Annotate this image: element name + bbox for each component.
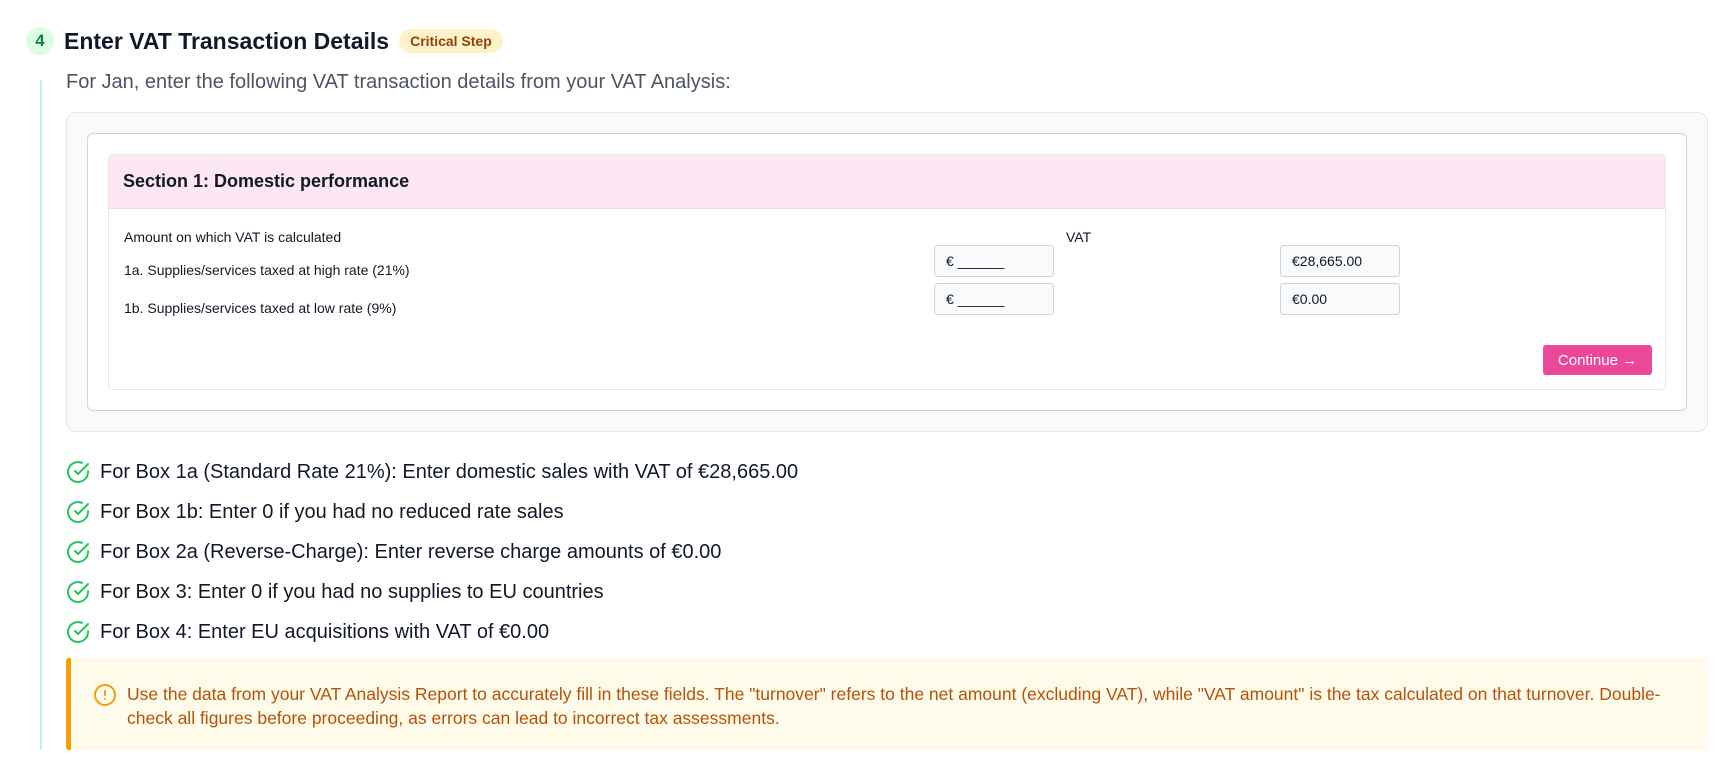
domestic-performance-section: Section 1: Domestic performance Amount o… <box>108 154 1666 390</box>
row-1a-vat-input[interactable] <box>1280 245 1400 277</box>
step-timeline-line <box>40 80 42 750</box>
checklist-item-text: For Box 4: Enter EU acquisitions with VA… <box>100 620 550 643</box>
row-1a-label: 1a. Supplies/services taxed at high rate… <box>124 262 410 278</box>
check-circle-icon <box>66 580 90 604</box>
step-intro-text: For Jan, enter the following VAT transac… <box>66 71 731 93</box>
checklist-item-text: For Box 1b: Enter 0 if you had no reduce… <box>100 500 564 523</box>
check-circle-icon <box>66 500 90 524</box>
vat-column-label: VAT <box>1066 229 1092 245</box>
checklist-item-text: For Box 1a (Standard Rate 21%): Enter do… <box>100 460 799 483</box>
check-circle-icon <box>66 460 90 484</box>
step-number-badge: 4 <box>26 27 54 55</box>
check-circle-icon <box>66 620 90 644</box>
section-header: Section 1: Domestic performance <box>109 155 1665 209</box>
instruction-checklist: For Box 1a (Standard Rate 21%): Enter do… <box>66 452 798 652</box>
vat-form-card: Section 1: Domestic performance Amount o… <box>87 133 1687 411</box>
checklist-item-text: For Box 3: Enter 0 if you had no supplie… <box>100 580 604 603</box>
checklist-item-text: For Box 2a (Reverse-Charge): Enter rever… <box>100 540 722 563</box>
row-1a-amount-input[interactable] <box>934 245 1054 277</box>
checklist-item: For Box 1a (Standard Rate 21%): Enter do… <box>66 452 798 492</box>
checklist-item: For Box 3: Enter 0 if you had no supplie… <box>66 572 798 612</box>
step-title: Enter VAT Transaction Details <box>64 27 390 54</box>
row-1b-amount-input[interactable] <box>934 283 1054 315</box>
checklist-item: For Box 2a (Reverse-Charge): Enter rever… <box>66 532 798 572</box>
form-preview-panel: Section 1: Domestic performance Amount o… <box>66 112 1708 432</box>
row-1b-vat-input[interactable] <box>1280 283 1400 315</box>
checklist-item: For Box 4: Enter EU acquisitions with VA… <box>66 612 798 652</box>
step-header: 4 Enter VAT Transaction Details Critical… <box>26 24 503 58</box>
amount-column-label: Amount on which VAT is calculated <box>124 229 342 245</box>
critical-step-badge: Critical Step <box>399 29 503 53</box>
alert-circle-icon <box>93 683 117 707</box>
row-1b-label: 1b. Supplies/services taxed at low rate … <box>124 300 397 316</box>
warning-note-text: Use the data from your VAT Analysis Repo… <box>127 684 1661 728</box>
warning-note: Use the data from your VAT Analysis Repo… <box>66 658 1708 750</box>
continue-button[interactable]: Continue → <box>1543 345 1652 375</box>
check-circle-icon <box>66 540 90 564</box>
checklist-item: For Box 1b: Enter 0 if you had no reduce… <box>66 492 798 532</box>
